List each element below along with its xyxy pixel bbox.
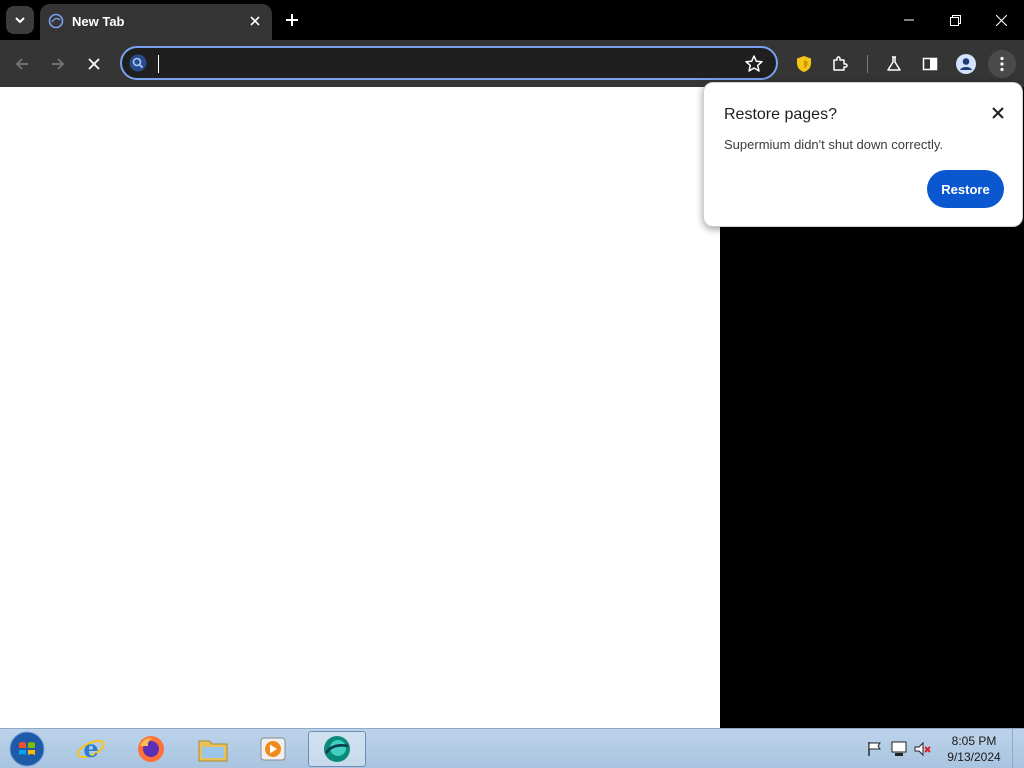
shield-icon <box>797 56 811 72</box>
tab-title: New Tab <box>72 14 125 29</box>
svg-text:e: e <box>83 734 98 763</box>
toolbar-divider <box>867 55 868 73</box>
restore-window-button[interactable] <box>932 4 978 36</box>
windows-orb-icon <box>9 731 45 767</box>
restore-pages-dialog: Restore pages? Supermium didn't shut dow… <box>703 82 1023 227</box>
more-vertical-icon <box>1000 56 1004 72</box>
screen: New Tab Restore pages? Supermium didn't … <box>0 0 1024 768</box>
text-caret <box>158 55 159 73</box>
clock[interactable]: 8:05 PM 9/13/2024 <box>938 733 1010 767</box>
flag-icon[interactable] <box>866 741 884 757</box>
show-desktop-button[interactable] <box>1012 729 1024 768</box>
tab-search-button[interactable] <box>6 6 34 34</box>
start-button[interactable] <box>4 730 50 768</box>
plus-icon <box>286 14 298 26</box>
taskbar: e 8:05 PM 9/13/2024 <box>0 728 1024 768</box>
close-icon <box>250 16 260 26</box>
side-panel-icon <box>922 57 938 71</box>
arrow-left-icon <box>15 58 28 70</box>
minimize-icon <box>904 19 914 21</box>
taskbar-firefox[interactable] <box>122 731 180 767</box>
toolbar <box>0 40 1024 87</box>
side-panel-button[interactable] <box>916 50 944 78</box>
dialog-title: Restore pages? <box>724 106 837 123</box>
back-button[interactable] <box>8 50 36 78</box>
menu-button[interactable] <box>988 50 1016 78</box>
close-icon <box>995 14 1007 26</box>
restore-button[interactable]: Restore <box>927 170 1004 208</box>
restore-window-icon <box>949 14 961 26</box>
star-icon[interactable] <box>744 54 764 74</box>
puzzle-icon <box>833 56 848 71</box>
clock-date: 9/13/2024 <box>947 750 1001 764</box>
system-tray <box>862 733 942 765</box>
avatar-icon <box>956 54 976 74</box>
speaker-muted-icon[interactable] <box>914 741 932 757</box>
extensions-button[interactable] <box>826 50 854 78</box>
internet-explorer-icon: e <box>77 734 105 763</box>
address-input[interactable] <box>156 54 716 74</box>
address-bar[interactable] <box>120 46 778 80</box>
flask-icon <box>887 56 901 71</box>
folder-icon <box>198 740 228 762</box>
tab-strip: New Tab <box>0 0 1024 40</box>
stop-loading-button[interactable] <box>80 50 108 78</box>
taskbar-supermium[interactable] <box>308 731 366 767</box>
taskbar-file-explorer[interactable] <box>184 731 242 767</box>
forward-button[interactable] <box>44 50 72 78</box>
media-player-icon <box>260 737 286 761</box>
search-icon <box>129 54 147 72</box>
new-tab-button[interactable] <box>280 8 304 32</box>
taskbar-internet-explorer[interactable]: e <box>62 731 120 767</box>
close-icon <box>992 107 1004 119</box>
close-icon <box>88 58 100 70</box>
tab-close-button[interactable] <box>246 12 264 30</box>
profile-button[interactable] <box>952 50 980 78</box>
dialog-message: Supermium didn't shut down correctly. <box>724 137 944 152</box>
minimize-button[interactable] <box>886 4 932 36</box>
supermium-icon <box>48 13 64 29</box>
page-content <box>0 87 720 728</box>
taskbar-media-player[interactable] <box>244 731 302 767</box>
shield-extension-button[interactable] <box>790 50 818 78</box>
dialog-close-button[interactable] <box>988 103 1008 123</box>
supermium-icon <box>324 736 350 762</box>
clock-time: 8:05 PM <box>951 734 997 748</box>
network-icon[interactable] <box>890 741 908 757</box>
chevron-down-icon <box>15 17 25 24</box>
close-window-button[interactable] <box>978 4 1024 36</box>
arrow-right-icon <box>52 58 65 70</box>
firefox-icon <box>138 736 164 762</box>
tab-new-tab[interactable]: New Tab <box>40 4 272 40</box>
labs-button[interactable] <box>880 50 908 78</box>
